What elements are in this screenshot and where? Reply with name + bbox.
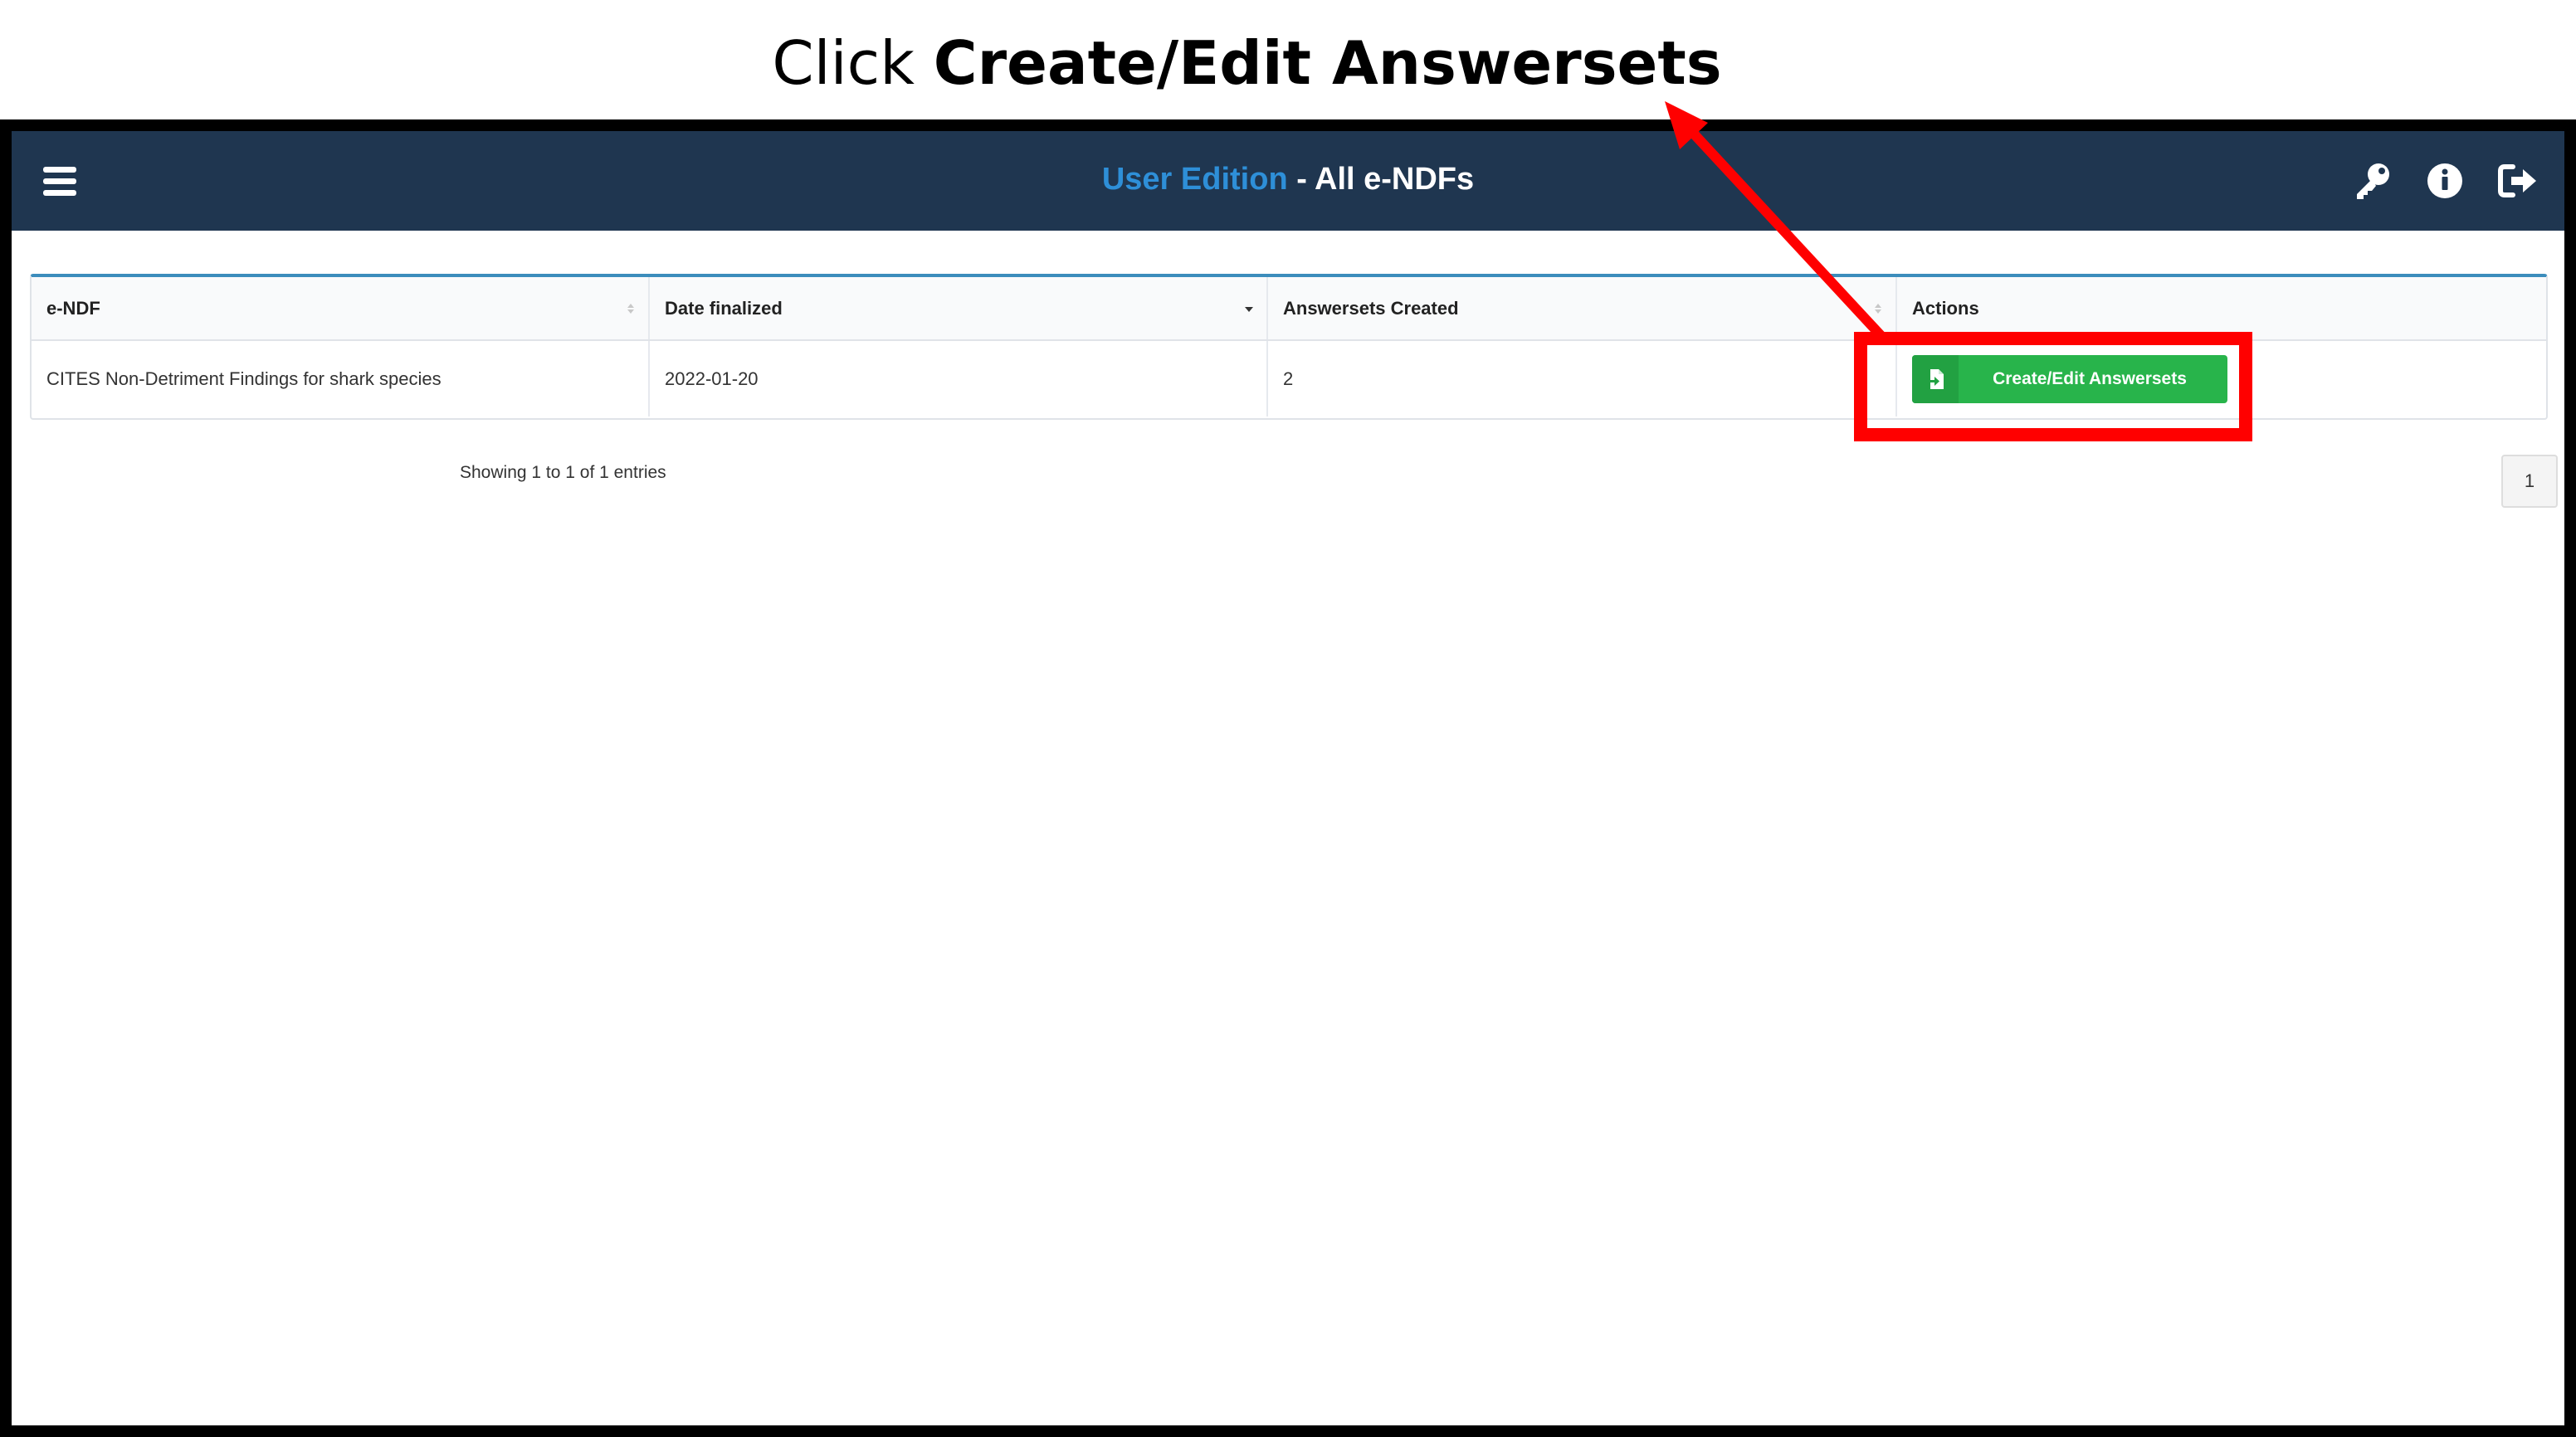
sort-both-icon — [1875, 304, 1881, 314]
column-header-actions: Actions — [1896, 277, 2546, 341]
table-info-text: Showing 1 to 1 of 1 entries — [460, 463, 666, 482]
screenshot-frame: User Edition - All e-NDFs e-NDF Date fin… — [0, 119, 2576, 1437]
column-header-label: Actions — [1912, 297, 1979, 319]
cell-endf: CITES Non-Detriment Findings for shark s… — [32, 340, 650, 416]
instruction-caption: Click Create/Edit Answersets — [0, 0, 2494, 124]
logout-icon[interactable] — [2488, 151, 2548, 211]
column-header-label: e-NDF — [46, 297, 100, 319]
cell-answersets-created: 2 — [1267, 340, 1897, 416]
column-header-date-finalized[interactable]: Date finalized — [649, 277, 1268, 341]
key-icon[interactable] — [2342, 151, 2402, 211]
column-header-label: Date finalized — [665, 297, 783, 319]
info-icon[interactable] — [2415, 151, 2475, 211]
cell-date-finalized: 2022-01-20 — [649, 340, 1268, 416]
annotation-highlight-box — [1854, 332, 2252, 441]
instruction-emphasis: Create/Edit Answersets — [933, 28, 1722, 98]
page-title-edition: User Edition — [1101, 162, 1288, 197]
column-header-endf[interactable]: e-NDF — [32, 277, 650, 341]
page-title: User Edition - All e-NDFs — [12, 131, 2564, 231]
sort-descending-icon — [1245, 307, 1253, 312]
instruction-prefix: Click — [772, 28, 934, 98]
column-header-answersets-created[interactable]: Answersets Created — [1267, 277, 1897, 341]
table-header-row: e-NDF Date finalized Answersets Created … — [32, 277, 2546, 341]
sort-both-icon — [627, 304, 634, 314]
top-navbar: User Edition - All e-NDFs — [12, 131, 2564, 231]
page-title-rest: - All e-NDFs — [1287, 162, 1475, 197]
column-header-label: Answersets Created — [1283, 297, 1459, 319]
pagination-page-1[interactable]: 1 — [2501, 455, 2558, 508]
